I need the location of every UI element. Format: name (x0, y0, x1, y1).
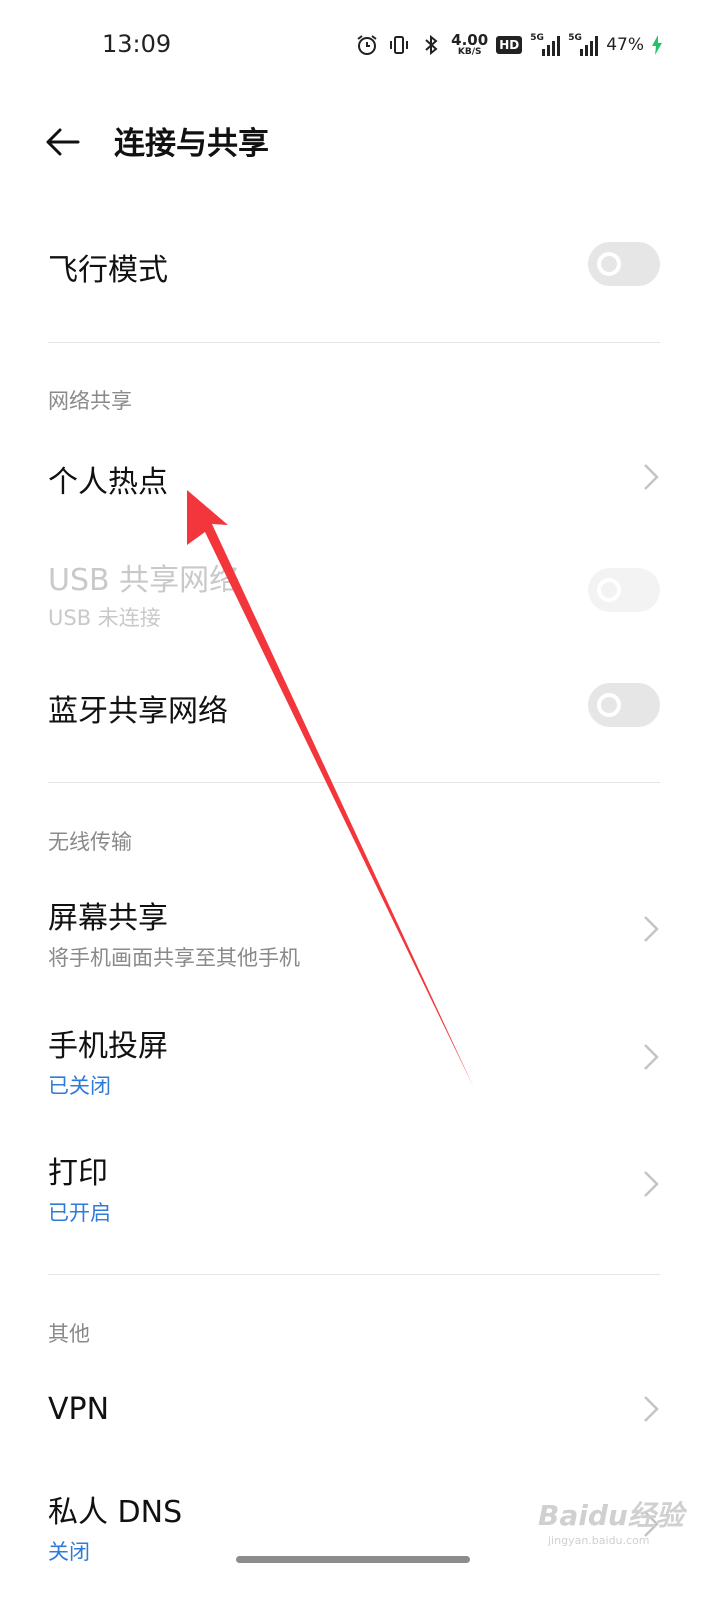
battery-percent: 47% (606, 35, 644, 55)
home-indicator[interactable] (236, 1556, 470, 1563)
airplane-mode-label: 飞行模式 (48, 253, 168, 288)
bluetooth-tethering-row[interactable]: 蓝牙共享网络 (0, 660, 720, 750)
net-speed-unit: KB/S (457, 47, 482, 57)
airplane-mode-row[interactable]: 飞行模式 (0, 220, 720, 310)
page-title: 连接与共享 (114, 126, 269, 162)
vibrate-icon (390, 36, 409, 54)
section-other: 其他 (48, 1322, 90, 1346)
watermark-text: Baidu经验 (538, 1499, 684, 1532)
screen-cast-row[interactable]: 手机投屏 已关闭 (0, 1010, 720, 1110)
status-icons: 4.00 KB/S HD 5G 5G 47% (355, 30, 662, 60)
screen-share-desc: 将手机画面共享至其他手机 (48, 946, 300, 970)
alarm-icon (357, 35, 377, 55)
back-arrow-icon[interactable] (40, 120, 84, 164)
vpn-row[interactable]: VPN (0, 1370, 720, 1450)
chevron-right-icon (644, 916, 659, 942)
bluetooth-icon (425, 34, 438, 56)
vpn-label: VPN (48, 1392, 110, 1427)
private-dns-status: 关闭 (48, 1540, 90, 1564)
divider (48, 342, 660, 343)
hotspot-row[interactable]: 个人热点 (0, 440, 720, 520)
chevron-right-icon (644, 1044, 659, 1070)
private-dns-label: 私人 DNS (48, 1495, 183, 1530)
toggle-knob (597, 252, 621, 276)
signal-bars-icon (580, 36, 599, 56)
airplane-mode-toggle[interactable] (588, 242, 660, 286)
chevron-right-icon (644, 1396, 659, 1422)
divider (48, 782, 660, 783)
hotspot-label: 个人热点 (48, 465, 168, 500)
charging-icon (652, 35, 662, 55)
net-speed: 4.00 KB/S (451, 33, 488, 57)
toggle-knob (597, 693, 621, 717)
print-label: 打印 (48, 1156, 108, 1191)
screen-cast-label: 手机投屏 (48, 1029, 168, 1064)
section-wireless: 无线传输 (48, 830, 132, 854)
watermark-url: jingyan.baidu.com (548, 1534, 650, 1547)
chevron-right-icon (644, 1171, 659, 1197)
chevron-right-icon (644, 464, 659, 490)
usb-tethering-toggle (588, 568, 660, 612)
usb-tethering-status: USB 未连接 (48, 606, 161, 630)
screen-share-label: 屏幕共享 (48, 901, 168, 936)
page-header: 连接与共享 (0, 100, 720, 180)
screen-share-row[interactable]: 屏幕共享 将手机画面共享至其他手机 (0, 880, 720, 980)
bluetooth-tethering-label: 蓝牙共享网络 (48, 694, 228, 729)
signal-2: 5G (568, 33, 599, 57)
usb-tethering-label: USB 共享网络 (48, 563, 240, 598)
screen-cast-status: 已关闭 (48, 1074, 111, 1098)
usb-tethering-row: USB 共享网络 USB 未连接 (0, 540, 720, 640)
print-status: 已开启 (48, 1201, 111, 1225)
hd-badge: HD (496, 36, 523, 54)
print-row[interactable]: 打印 已开启 (0, 1138, 720, 1238)
signal-1: 5G (530, 33, 561, 57)
status-bar: 13:09 4.00 KB/S HD 5G 5G 47% (0, 0, 720, 90)
bluetooth-tethering-toggle[interactable] (588, 683, 660, 727)
toggle-knob (597, 578, 621, 602)
watermark: Baidu经验 jingyan.baidu.com (538, 1494, 684, 1547)
section-network-share: 网络共享 (48, 389, 132, 413)
signal-bars-icon (542, 36, 561, 56)
status-time: 13:09 (102, 30, 172, 58)
divider (48, 1274, 660, 1275)
net-speed-value: 4.00 (451, 31, 489, 49)
